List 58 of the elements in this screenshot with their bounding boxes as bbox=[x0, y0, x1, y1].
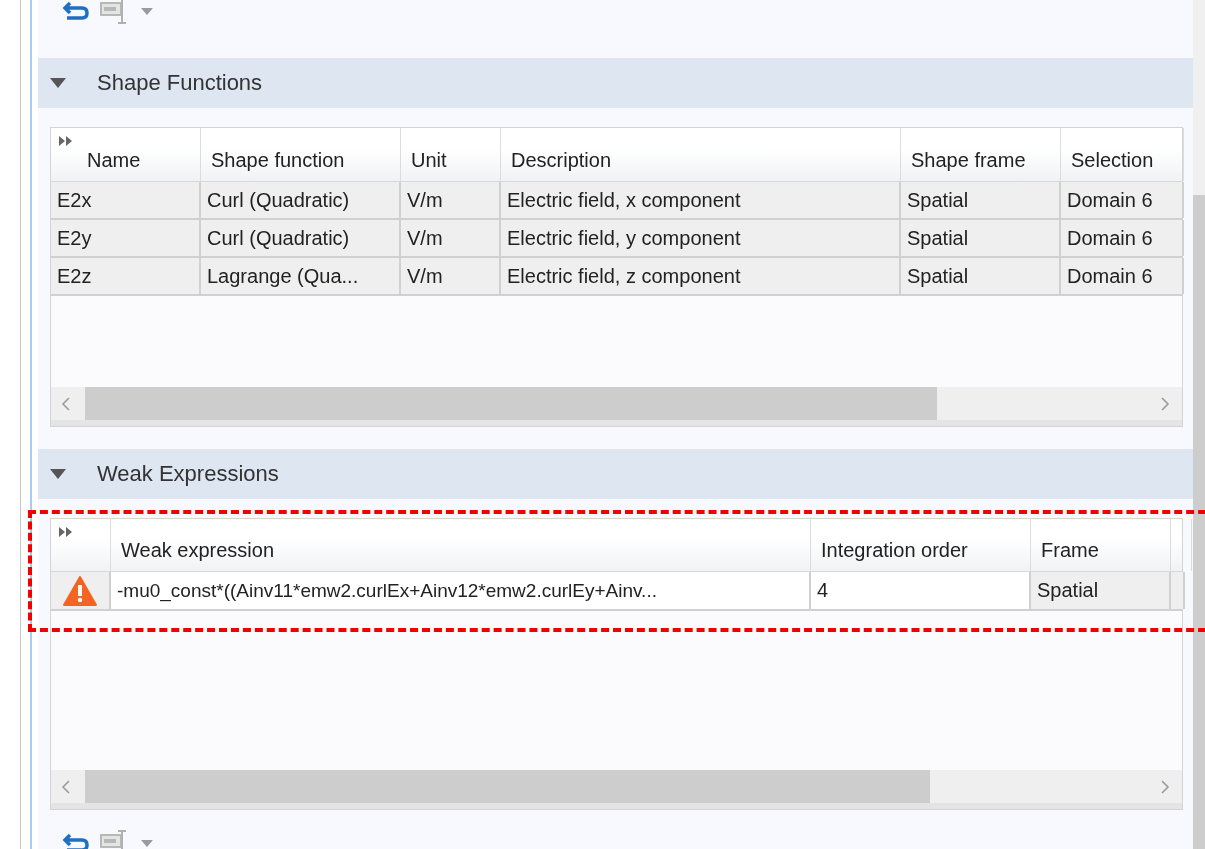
table-cell: Spatial bbox=[1031, 572, 1171, 609]
table-cell: Domain 6 bbox=[1061, 220, 1184, 256]
undo-icon[interactable] bbox=[62, 832, 90, 849]
table-cell: V/m bbox=[401, 258, 501, 294]
table-cell: Electric field, x component bbox=[501, 182, 901, 218]
column-label: Shape function bbox=[211, 149, 345, 172]
table-cell: Electric field, y component bbox=[501, 220, 901, 256]
table-cell: Domain 6 bbox=[1061, 182, 1184, 218]
table-cell: Spatial bbox=[901, 220, 1061, 256]
column-header[interactable]: Name bbox=[51, 128, 201, 181]
column-header[interactable]: Description bbox=[501, 128, 901, 181]
chevron-left-icon[interactable] bbox=[61, 396, 71, 411]
caret-icon[interactable] bbox=[140, 6, 154, 16]
column-header[interactable]: Shape frame bbox=[901, 128, 1061, 181]
table-cell: Curl (Quadratic) bbox=[201, 182, 401, 218]
double-arrow-icon[interactable] bbox=[59, 136, 73, 146]
table-cell: E2y bbox=[51, 220, 201, 256]
column-header[interactable]: Unit bbox=[401, 128, 501, 181]
chevron-right-icon[interactable] bbox=[1160, 779, 1170, 794]
column-header[interactable]: Selection bbox=[1061, 128, 1184, 181]
table-cell: Lagrange (Qua... bbox=[201, 258, 401, 294]
section-title: Shape Functions bbox=[97, 70, 263, 96]
column-header[interactable]: Frame bbox=[1031, 519, 1171, 571]
double-arrow-icon[interactable] bbox=[59, 527, 73, 537]
horizontal-scrollbar[interactable] bbox=[51, 387, 1182, 426]
table-cell: Domain 6 bbox=[1061, 258, 1184, 294]
column-label: Unit bbox=[411, 149, 447, 172]
section-title: Weak Expressions bbox=[97, 461, 279, 487]
scrollbar-thumb[interactable] bbox=[85, 770, 930, 803]
column-label: Name bbox=[87, 149, 141, 172]
column-label: Description bbox=[511, 149, 612, 172]
caret-icon[interactable] bbox=[49, 468, 67, 480]
column-header[interactable]: Integration order bbox=[811, 519, 1031, 571]
vertical-scrollbar[interactable] bbox=[1193, 0, 1205, 849]
column-label: Shape frame bbox=[911, 149, 1026, 172]
table-cell: Electric field, z component bbox=[501, 258, 901, 294]
chevron-right-icon[interactable] bbox=[1160, 396, 1170, 411]
table-cell: Curl (Quadratic) bbox=[201, 220, 401, 256]
undo-icon[interactable] bbox=[62, 0, 90, 22]
table-cell: V/m bbox=[401, 220, 501, 256]
scrollbar-thumb[interactable] bbox=[1193, 195, 1205, 849]
table-cell: Spatial bbox=[901, 182, 1061, 218]
section-header[interactable]: Weak Expressions bbox=[38, 449, 1193, 499]
column-label: Selection bbox=[1071, 149, 1154, 172]
table-cell: V/m bbox=[401, 182, 501, 218]
table-cell[interactable]: 4 bbox=[811, 572, 1031, 609]
column-header[interactable]: Shape function bbox=[201, 128, 401, 181]
chevron-left-icon[interactable] bbox=[61, 779, 71, 794]
table-cell: E2x bbox=[51, 182, 201, 218]
caret-icon[interactable] bbox=[140, 838, 154, 848]
table-cell: Spatial bbox=[901, 258, 1061, 294]
caret-icon[interactable] bbox=[49, 77, 67, 89]
table-cell[interactable]: -mu0_const*((Ainv11*emw2.curlEx+Ainv12*emw2.curlEy+Ainv... bbox=[111, 572, 811, 609]
scrollbar-thumb[interactable] bbox=[85, 387, 937, 420]
table-cell: E2z bbox=[51, 258, 201, 294]
column-header[interactable]: Weak expression bbox=[111, 519, 811, 571]
horizontal-scrollbar[interactable] bbox=[51, 770, 1182, 809]
section-header[interactable]: Shape Functions bbox=[38, 58, 1193, 108]
